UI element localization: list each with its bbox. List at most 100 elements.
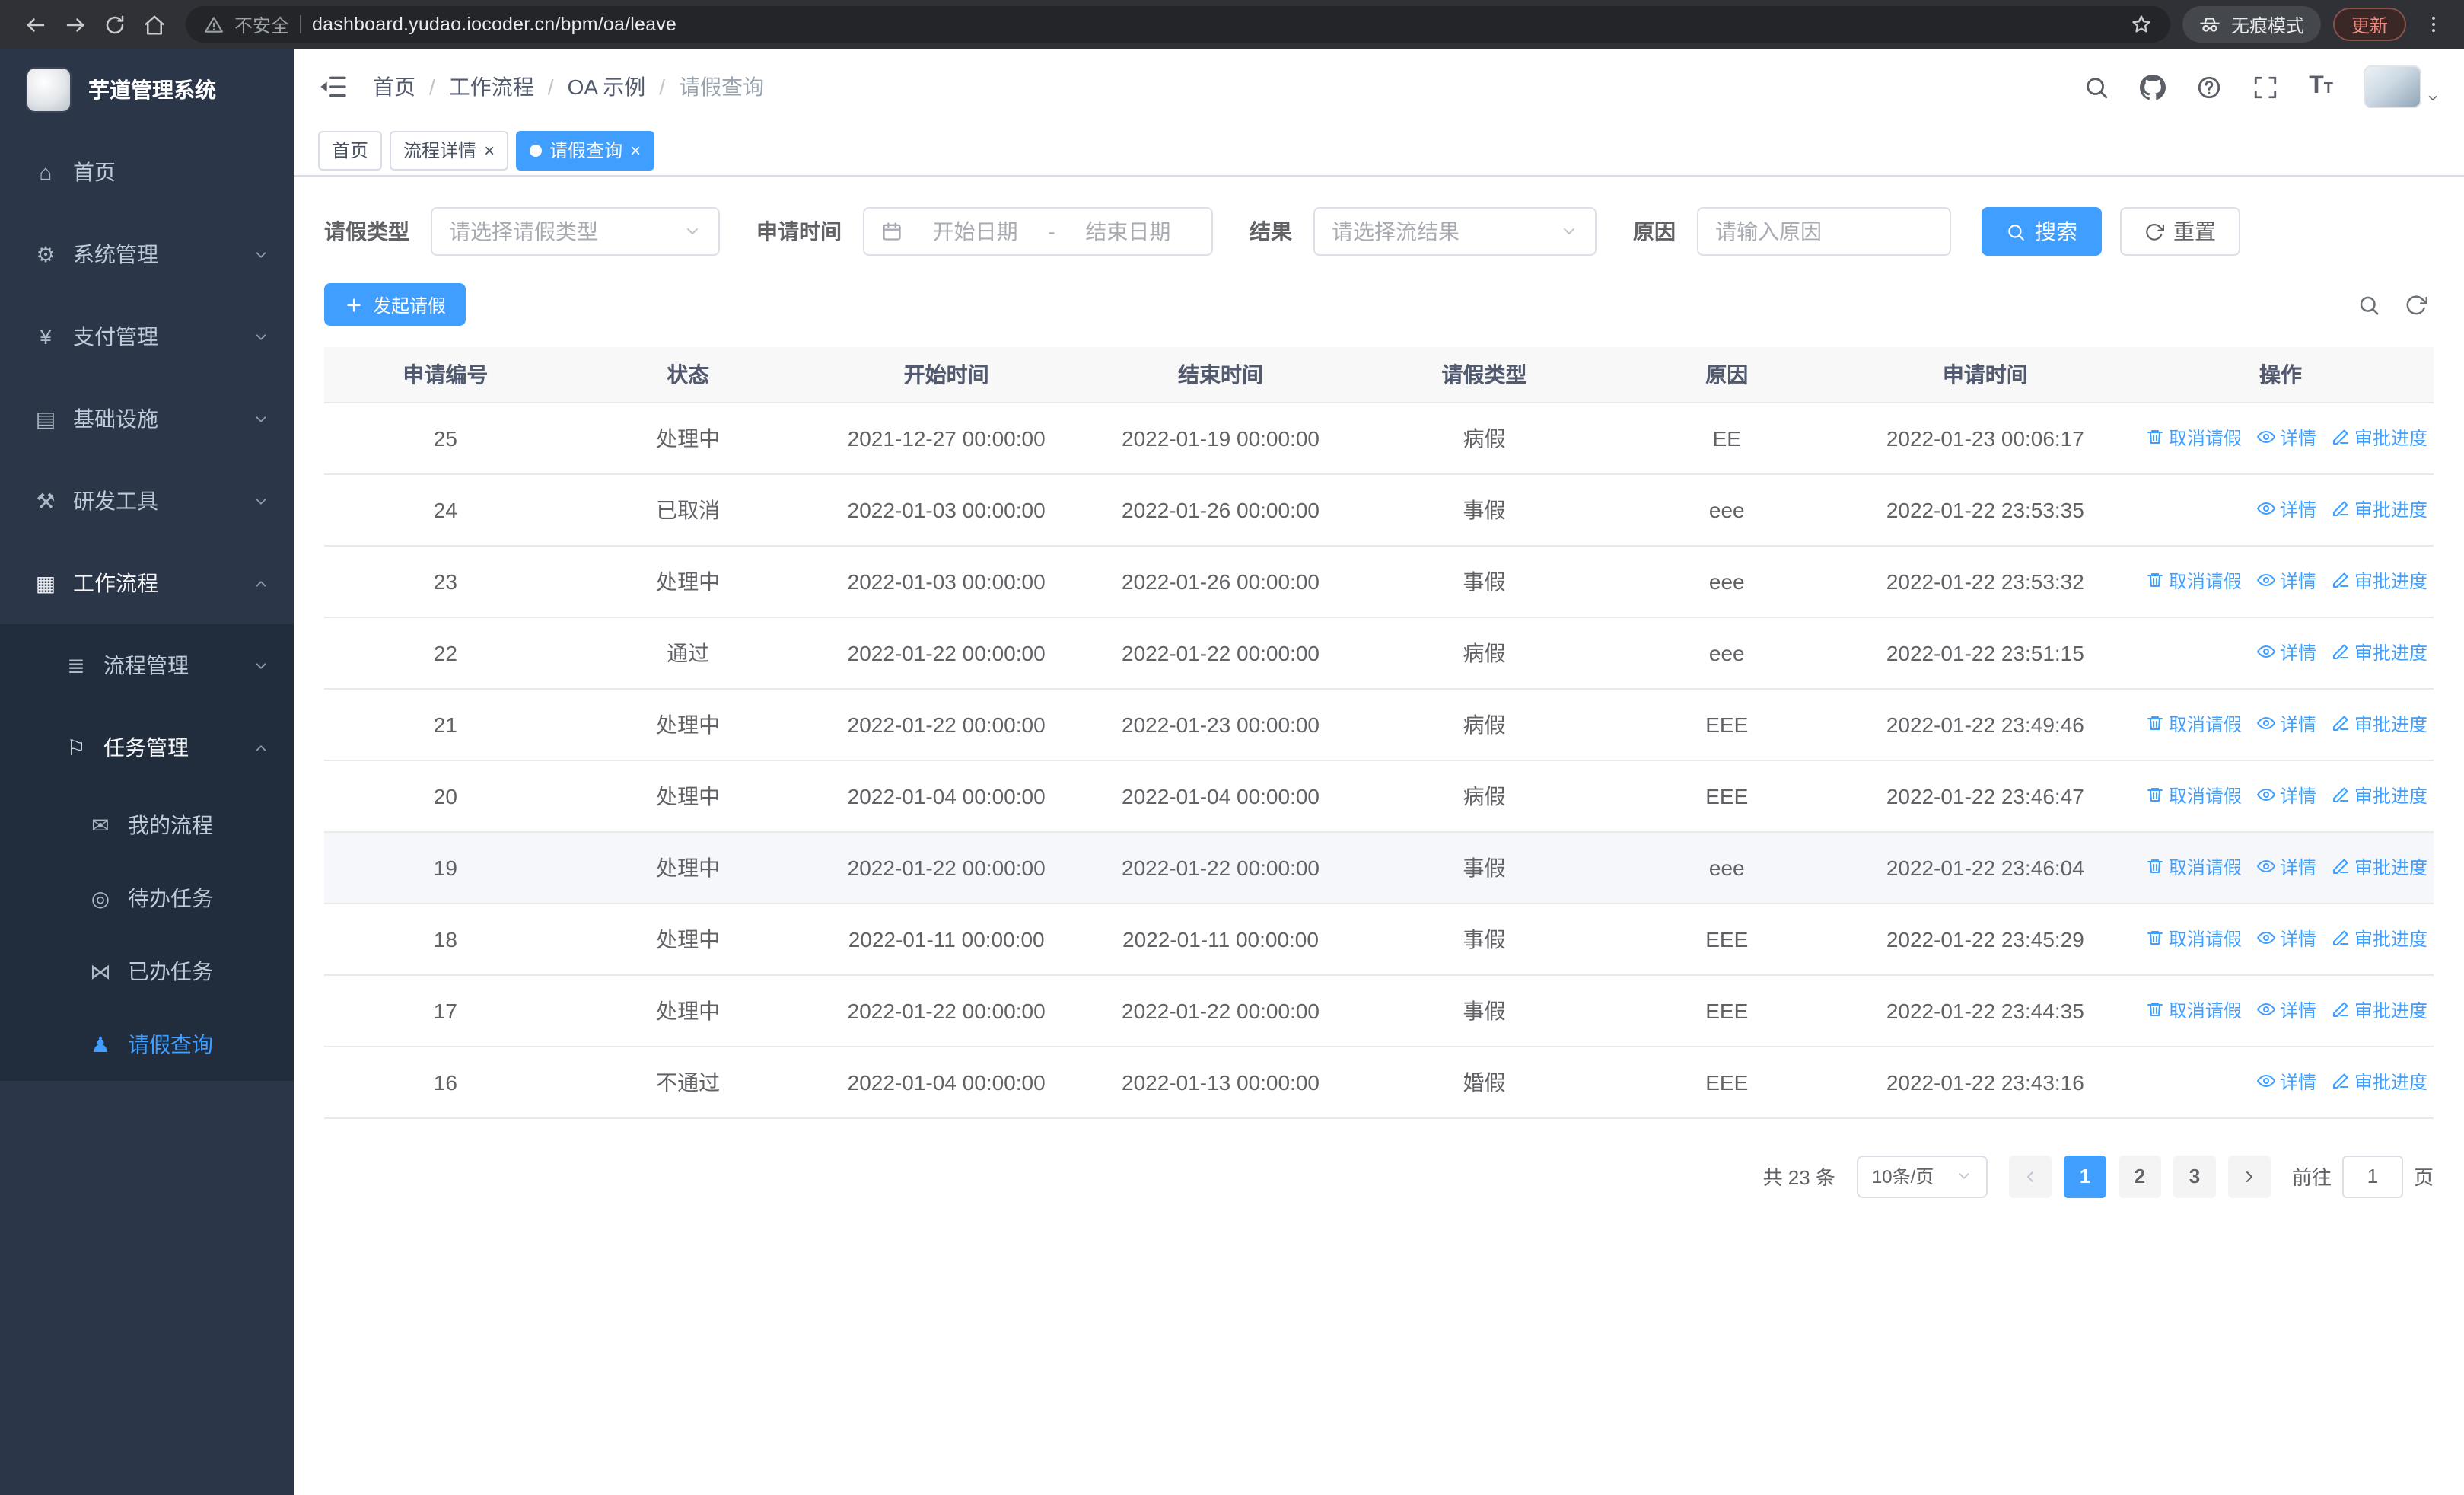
cell-id: 22 <box>324 617 567 689</box>
result-select[interactable]: 请选择流结果 <box>1313 207 1597 256</box>
eye-icon <box>2256 1001 2275 1019</box>
detail-link[interactable]: 详情 <box>2256 496 2316 522</box>
browser-reload-icon[interactable] <box>94 5 134 44</box>
page-size-select[interactable]: 10条/页 <box>1856 1155 1988 1197</box>
reset-button[interactable]: 重置 <box>2120 207 2240 256</box>
detail-link[interactable]: 详情 <box>2256 425 2316 451</box>
address-bar[interactable]: 不安全 dashboard.yudao.iocoder.cn/bpm/oa/le… <box>186 6 2170 43</box>
detail-link[interactable]: 详情 <box>2256 639 2316 665</box>
progress-link[interactable]: 审批进度 <box>2332 568 2427 594</box>
font-size-icon[interactable]: TT <box>2309 74 2333 99</box>
page-button-3[interactable]: 3 <box>2173 1155 2216 1197</box>
page-buttons: 123 <box>2052 1155 2216 1197</box>
progress-link[interactable]: 审批进度 <box>2332 1069 2427 1095</box>
task-icon: ⚐ <box>66 735 86 759</box>
close-icon[interactable]: × <box>484 141 495 159</box>
sidebar-item-done-tasks[interactable]: ⋈ 已办任务 <box>0 935 294 1008</box>
progress-link[interactable]: 审批进度 <box>2332 496 2427 522</box>
breadcrumb-item[interactable]: 工作流程 <box>449 72 534 102</box>
cancel-leave-link[interactable]: 取消请假 <box>2146 926 2242 952</box>
search-button[interactable]: 搜索 <box>1982 207 2102 256</box>
sidebar-item-system[interactable]: ⚙ 系统管理 <box>0 213 294 295</box>
sidebar-item-home[interactable]: ⌂ 首页 <box>0 131 294 213</box>
browser-update-button[interactable]: 更新 <box>2332 8 2406 41</box>
cell-end-time: 2022-01-26 00:00:00 <box>1083 545 1358 617</box>
cancel-leave-link[interactable]: 取消请假 <box>2146 711 2242 737</box>
search-icon <box>2006 222 2026 241</box>
sidebar-item-todo-tasks[interactable]: ◎ 待办任务 <box>0 862 294 935</box>
eye-icon <box>2256 858 2275 876</box>
help-icon[interactable] <box>2196 74 2222 100</box>
detail-link[interactable]: 详情 <box>2256 854 2316 880</box>
detail-link[interactable]: 详情 <box>2256 711 2316 737</box>
cell-status: 处理中 <box>566 688 810 760</box>
detail-link[interactable]: 详情 <box>2256 997 2316 1023</box>
detail-link[interactable]: 详情 <box>2256 1069 2316 1095</box>
breadcrumb-item[interactable]: OA 示例 <box>568 72 646 102</box>
tab-流程详情[interactable]: 流程详情 × <box>390 130 509 170</box>
breadcrumb-item[interactable]: 首页 <box>373 72 415 102</box>
detail-link[interactable]: 详情 <box>2256 783 2316 808</box>
sidebar-item-workflow[interactable]: ▦ 工作流程 <box>0 542 294 624</box>
close-icon[interactable]: × <box>630 141 641 159</box>
detail-link[interactable]: 详情 <box>2256 926 2316 952</box>
cancel-leave-link[interactable]: 取消请假 <box>2146 568 2242 594</box>
progress-link[interactable]: 审批进度 <box>2332 425 2427 451</box>
page-button-2[interactable]: 2 <box>2118 1155 2161 1197</box>
cancel-leave-link[interactable]: 取消请假 <box>2146 783 2242 808</box>
create-leave-button[interactable]: 发起请假 <box>324 283 466 326</box>
sidebar-toggle-icon[interactable] <box>318 72 349 102</box>
sidebar-item-payment[interactable]: ¥ 支付管理 <box>0 295 294 378</box>
sidebar-item-task-mgmt[interactable]: ⚐ 任务管理 <box>0 706 294 789</box>
bookmark-star-icon[interactable] <box>2131 14 2152 35</box>
next-page-button[interactable] <box>2227 1155 2271 1197</box>
cancel-leave-link[interactable]: 取消请假 <box>2146 425 2242 451</box>
reason-input[interactable] <box>1697 207 1951 256</box>
gear-icon: ⚙ <box>36 241 56 266</box>
progress-link[interactable]: 审批进度 <box>2332 711 2427 737</box>
github-icon[interactable] <box>2140 74 2166 100</box>
security-warning-label: 不安全 <box>234 14 290 36</box>
progress-link[interactable]: 审批进度 <box>2332 783 2427 808</box>
user-menu[interactable] <box>2364 65 2440 108</box>
progress-link[interactable]: 审批进度 <box>2332 854 2427 880</box>
edit-icon <box>2332 715 2350 733</box>
sidebar-item-devtools[interactable]: ⚒ 研发工具 <box>0 460 294 542</box>
browser-forward-icon[interactable] <box>55 5 94 44</box>
sidebar-item-process-mgmt[interactable]: ≣ 流程管理 <box>0 624 294 706</box>
table-row: 20 处理中 2022-01-04 00:00:00 2022-01-04 00:00… <box>324 760 2434 832</box>
sidebar-item-infra[interactable]: ▤ 基础设施 <box>0 378 294 460</box>
date-range-picker[interactable]: 开始日期 - 结束日期 <box>863 207 1213 256</box>
fullscreen-icon[interactable] <box>2252 74 2278 100</box>
cancel-leave-link[interactable]: 取消请假 <box>2146 997 2242 1023</box>
tab-bar: 首页 流程详情 × 请假查询 × <box>294 125 2464 177</box>
detail-link[interactable]: 详情 <box>2256 568 2316 594</box>
chevron-down-icon <box>253 246 269 263</box>
progress-link[interactable]: 审批进度 <box>2332 997 2427 1023</box>
start-date-placeholder: 开始日期 <box>932 219 1018 244</box>
cell-leave-type: 病假 <box>1358 760 1611 832</box>
sidebar-item-label: 流程管理 <box>103 653 189 677</box>
cell-apply-time: 2022-01-22 23:53:32 <box>1842 545 2128 617</box>
browser-back-icon[interactable] <box>15 5 55 44</box>
tab-首页[interactable]: 首页 <box>318 130 383 170</box>
table-refresh-icon[interactable] <box>2405 293 2427 316</box>
progress-link[interactable]: 审批进度 <box>2332 926 2427 952</box>
sidebar-item-my-process[interactable]: ✉ 我的流程 <box>0 789 294 862</box>
tab-请假查询[interactable]: 请假查询 × <box>516 130 655 170</box>
table-row: 19 处理中 2022-01-22 00:00:00 2022-01-22 00:00… <box>324 831 2434 904</box>
progress-link[interactable]: 审批进度 <box>2332 639 2427 665</box>
cell-start-time: 2022-01-22 00:00:00 <box>809 617 1084 689</box>
header-search-icon[interactable] <box>2084 74 2109 100</box>
page-button-1[interactable]: 1 <box>2063 1155 2106 1197</box>
column-header: 申请编号 <box>324 347 567 403</box>
sidebar-item-leave-query[interactable]: ♟ 请假查询 <box>0 1008 294 1081</box>
trash-icon <box>2146 929 2164 948</box>
edit-icon <box>2332 572 2350 590</box>
leave-type-select[interactable]: 请选择请假类型 <box>431 207 720 256</box>
browser-menu-icon[interactable] <box>2418 14 2449 35</box>
cancel-leave-link[interactable]: 取消请假 <box>2146 854 2242 880</box>
browser-home-icon[interactable] <box>134 5 173 44</box>
goto-page-input[interactable] <box>2341 1155 2403 1197</box>
toggle-search-icon[interactable] <box>2357 293 2380 316</box>
